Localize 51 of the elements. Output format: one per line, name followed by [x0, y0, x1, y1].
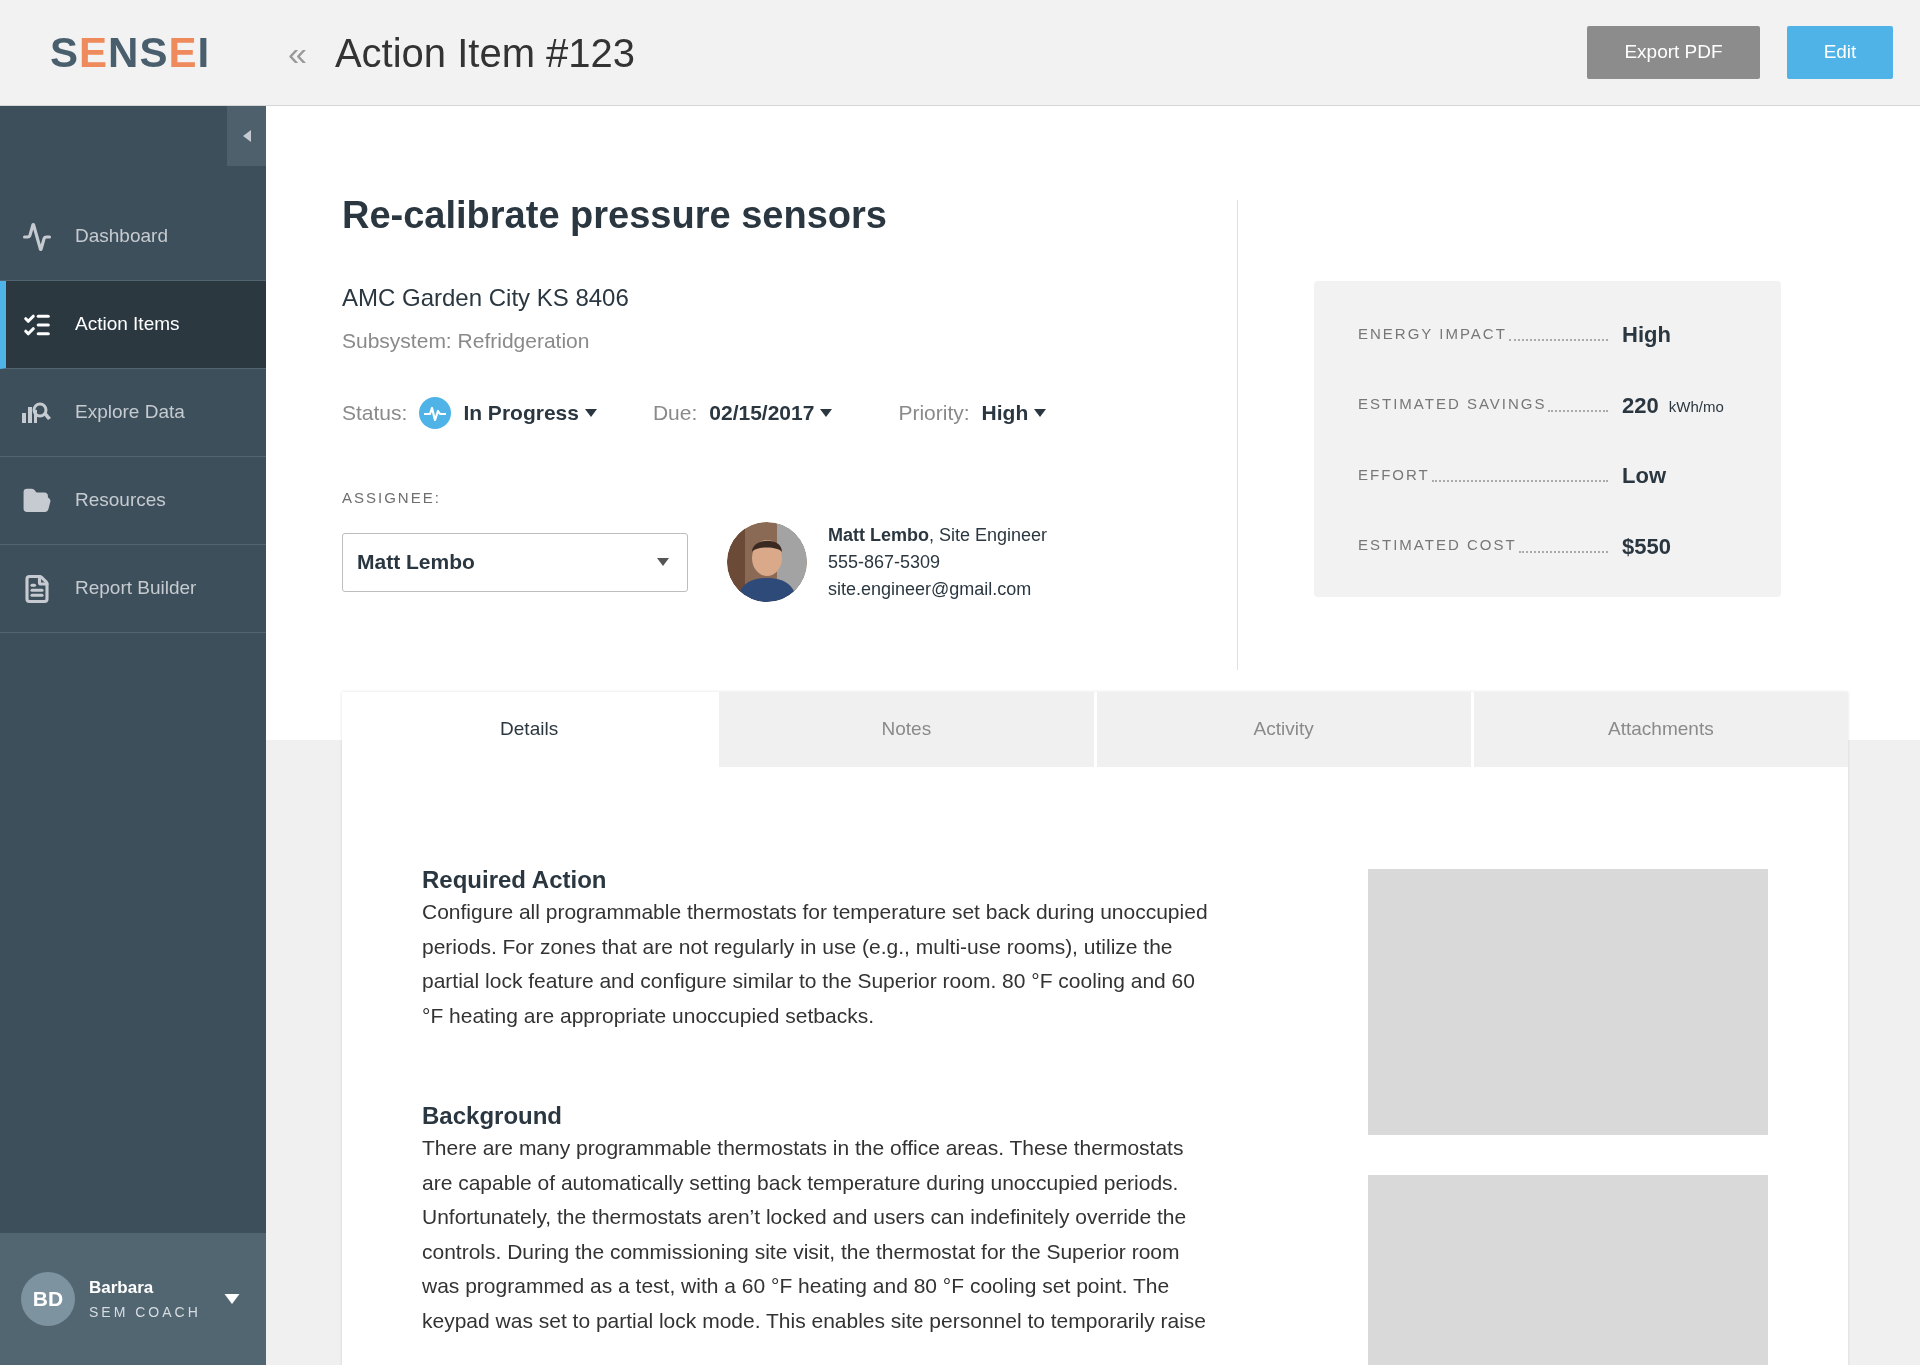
- tab[interactable]: Notes: [719, 692, 1094, 767]
- caret-left-icon: [242, 130, 251, 142]
- metric-label: ESTIMATED COST: [1358, 535, 1517, 556]
- assignee-label: ASSIGNEE:: [342, 488, 442, 508]
- field-label: Status:: [342, 400, 408, 427]
- section-heading: Background: [422, 1101, 563, 1131]
- page-title: Action Item #123: [334, 29, 636, 77]
- tab[interactable]: Details: [342, 692, 717, 767]
- field-dropdown[interactable]: In Progress: [463, 397, 597, 429]
- metric-label: ENERGY IMPACT: [1358, 323, 1507, 344]
- pulse-icon: [419, 397, 452, 429]
- metric-label: EFFORT: [1358, 464, 1430, 485]
- metric-value: 220: [1622, 391, 1659, 420]
- user-panel[interactable]: BD Barbara SEM COACH: [0, 1233, 266, 1365]
- metric-unit: kWh/mo: [1668, 397, 1724, 418]
- caret-down-icon: [224, 1294, 240, 1304]
- export-button[interactable]: Export PDF: [1587, 26, 1760, 79]
- avatar: BD: [21, 1272, 75, 1326]
- tab[interactable]: Attachments: [1473, 692, 1848, 767]
- sidebar-item[interactable]: Resources: [0, 457, 266, 545]
- leader-line: [1548, 409, 1608, 412]
- action-title: Re-calibrate pressure sensors: [342, 193, 888, 238]
- caret-icon: [1034, 409, 1047, 417]
- metric-value: High: [1622, 321, 1671, 349]
- tab[interactable]: Activity: [1096, 692, 1471, 767]
- contact-name: Matt Lembo, Site Engineer: [828, 523, 1048, 547]
- metric-label: ESTIMATED SAVINGS: [1358, 394, 1547, 415]
- metric-value: Low: [1622, 462, 1666, 491]
- section-text: There are many programmable thermostats in the office areas. These thermostats are capable of automatically setting back temperature during unoccupied periods. Unfortunately, the thermostats aren’t locked and users can indefinitely override the controls. During the commissioning site visit, the thermostat for the Superior room was programmed as a test, with a 60 °F heating and 80 °F cooling set point. The keypad was set to partial lock mode. This enables site personnel to temporarily raise: [422, 1135, 1207, 1334]
- pulse-icon: [21, 221, 52, 252]
- field-label: Due:: [652, 400, 698, 427]
- section-heading: Required Action: [422, 865, 608, 895]
- metric-value: $550: [1622, 532, 1671, 561]
- subsystem: Subsystem: Refridgeration: [342, 329, 591, 353]
- section-text: Configure all programmable thermostats for temperature set back during unoccupied periods. For zones that are not regularly in use (e.g., multi-use rooms), utilize the partial lock feature and configure similar to the Superior room. 80 °F cooling and 60 °F heating are appropriate unoccupied setbacks.: [422, 899, 1209, 1029]
- caret-icon: [584, 409, 597, 417]
- field-dropdown[interactable]: High: [981, 397, 1047, 429]
- field-dropdown[interactable]: 02/15/2017: [709, 397, 833, 429]
- contact-email: site.engineer@gmail.com: [828, 577, 1033, 601]
- collapse-button[interactable]: [227, 106, 266, 166]
- assignee-select[interactable]: Matt Lembo: [342, 532, 688, 592]
- user-role: SEM COACH: [89, 1303, 201, 1323]
- site-name: AMC Garden City KS 8406: [342, 284, 630, 312]
- field-label: Priority:: [898, 400, 970, 427]
- user-name: Barbara: [89, 1276, 155, 1299]
- sidebar-item[interactable]: Action Items: [0, 281, 266, 369]
- bar-chart-search-icon: [21, 400, 52, 425]
- caret-icon: [657, 558, 669, 566]
- logo: SENSEI: [49, 31, 212, 74]
- caret-icon: [820, 409, 833, 417]
- contact-phone: 555-867-5309: [828, 550, 942, 574]
